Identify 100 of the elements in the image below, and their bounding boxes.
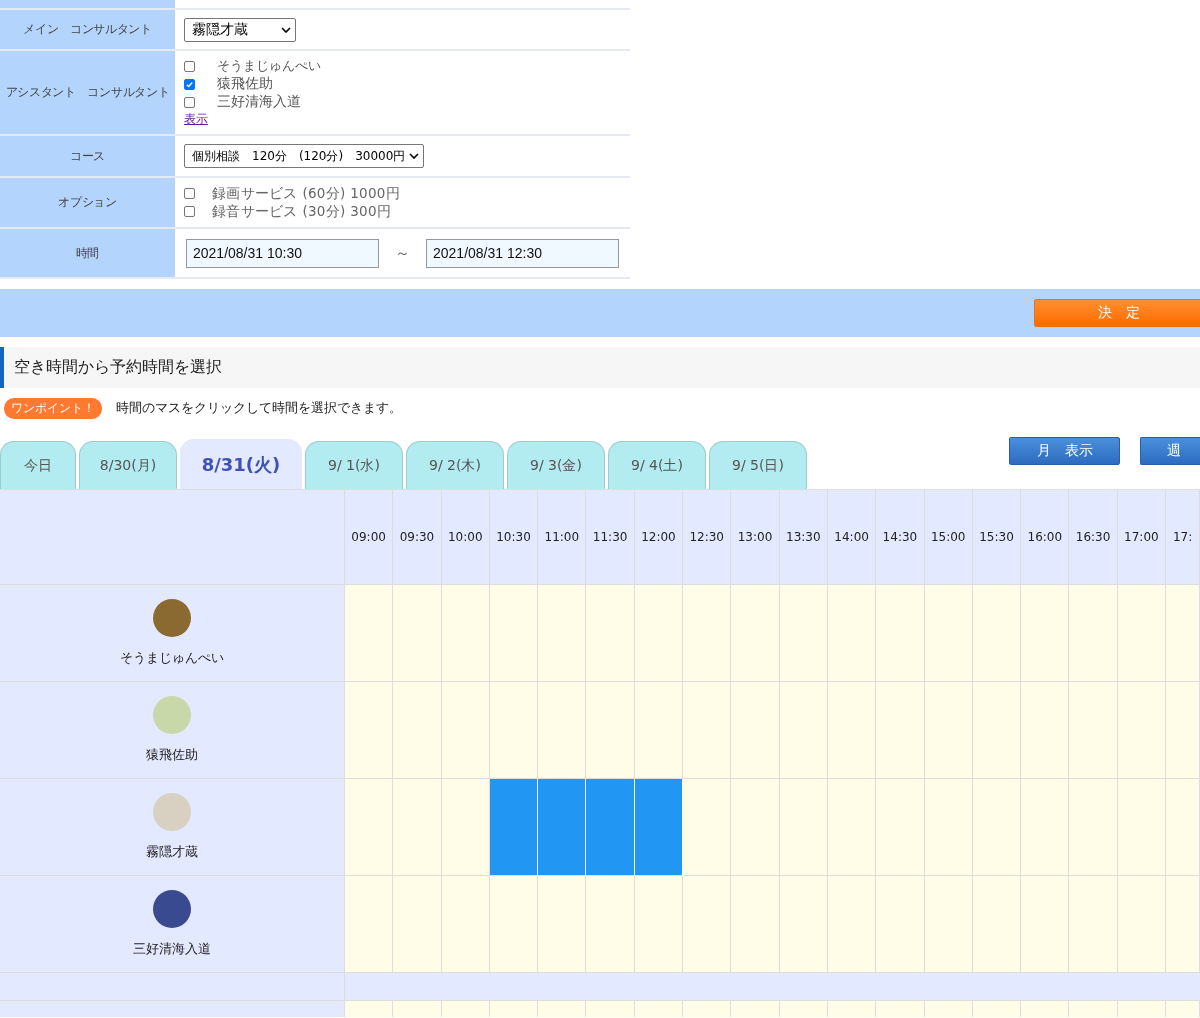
time-slot[interactable] [779, 585, 828, 682]
time-slot[interactable] [489, 585, 539, 682]
time-slot[interactable] [731, 876, 780, 973]
consultant-name: 三好清海入道 [133, 940, 211, 958]
time-slot[interactable] [634, 682, 684, 779]
time-slot[interactable] [345, 682, 394, 779]
time-header: 16:30 [1069, 490, 1118, 585]
time-slot[interactable] [924, 585, 973, 682]
date-tab[interactable]: 8/31(火) [180, 439, 302, 489]
time-slot[interactable] [1117, 585, 1167, 682]
time-slot[interactable] [1069, 779, 1118, 876]
time-slot[interactable] [1021, 682, 1070, 779]
time-slot[interactable] [345, 779, 394, 876]
time-slot[interactable] [586, 585, 635, 682]
time-slot[interactable] [876, 779, 925, 876]
field-label: オプション [58, 194, 117, 211]
time-slot[interactable] [1166, 1001, 1200, 1017]
time-slot[interactable] [489, 682, 539, 779]
time-slot[interactable] [731, 682, 780, 779]
time-slot[interactable] [393, 585, 442, 682]
time-slot[interactable] [972, 779, 1022, 876]
time-slot[interactable] [1069, 876, 1118, 973]
time-slot[interactable] [683, 779, 732, 876]
checkbox[interactable] [184, 78, 195, 90]
checkbox[interactable] [184, 206, 195, 217]
date-tab[interactable]: 今日 [0, 441, 76, 489]
time-slot[interactable] [827, 585, 877, 682]
time-slot[interactable] [1021, 585, 1070, 682]
time-slot[interactable] [634, 1001, 684, 1017]
date-tab[interactable]: 9/ 5(日) [709, 441, 807, 489]
time-slot[interactable] [586, 682, 635, 779]
time-slot[interactable] [683, 876, 732, 973]
date-tab[interactable]: 9/ 1(水) [305, 441, 403, 489]
time-slot[interactable] [924, 682, 973, 779]
time-slot[interactable] [827, 682, 877, 779]
time-slot[interactable] [393, 779, 442, 876]
checkbox[interactable] [184, 96, 195, 108]
time-slot[interactable] [924, 876, 973, 973]
date-tab[interactable]: 9/ 3(金) [507, 441, 605, 489]
time-slot[interactable] [1117, 779, 1167, 876]
time-slot[interactable] [538, 682, 587, 779]
time-slot[interactable] [1117, 1001, 1167, 1017]
checkbox[interactable] [184, 60, 195, 72]
time-slot[interactable] [827, 1001, 877, 1017]
time-slot[interactable] [538, 585, 587, 682]
time-slot[interactable] [1166, 876, 1200, 973]
time-slot[interactable] [683, 585, 732, 682]
checkbox[interactable] [184, 188, 195, 199]
date-tab[interactable]: 9/ 4(土) [608, 441, 706, 489]
time-slot[interactable] [634, 585, 684, 682]
time-slot[interactable] [972, 1001, 1022, 1017]
time-slot[interactable] [586, 876, 635, 973]
time-slot[interactable] [345, 585, 394, 682]
time-slot[interactable] [876, 876, 925, 973]
time-slot[interactable] [1166, 682, 1200, 779]
time-slot[interactable] [924, 779, 973, 876]
date-tab[interactable]: 9/ 2(木) [406, 441, 504, 489]
date-tab[interactable]: 8/30(月) [79, 441, 177, 489]
time-slot[interactable] [779, 779, 828, 876]
time-slot[interactable] [441, 779, 490, 876]
time-slot[interactable] [489, 876, 539, 973]
time-slot[interactable] [489, 1001, 539, 1017]
dropdown[interactable]: 個別相談 120分 (120分) 30000円 [184, 144, 425, 168]
time-slot[interactable] [827, 779, 877, 876]
time-slot[interactable] [1021, 876, 1070, 973]
time-slot[interactable] [779, 876, 828, 973]
start-time-field[interactable]: 2021/08/31 10:30 [186, 238, 379, 268]
time-slot[interactable] [441, 585, 490, 682]
time-slot[interactable] [972, 585, 1022, 682]
time-slot[interactable] [1069, 682, 1118, 779]
end-time-field[interactable]: 2021/08/31 12:30 [426, 238, 619, 268]
time-slot[interactable] [779, 682, 828, 779]
time-slot[interactable] [1117, 682, 1167, 779]
time-slot[interactable] [683, 682, 732, 779]
time-slot[interactable] [1166, 779, 1200, 876]
time-slot[interactable] [779, 1001, 828, 1017]
time-slot[interactable] [731, 585, 780, 682]
time-slot[interactable] [441, 682, 490, 779]
time-slot[interactable] [393, 682, 442, 779]
time-slot[interactable] [1166, 585, 1200, 682]
time-slot[interactable] [1117, 876, 1167, 973]
time-slot[interactable] [1021, 779, 1070, 876]
dropdown[interactable]: 霧隠才蔵 [184, 17, 296, 42]
time-slot[interactable] [827, 876, 877, 973]
time-slot[interactable] [972, 682, 1022, 779]
show-link[interactable]: 表示 [184, 111, 208, 128]
time-slot[interactable] [634, 876, 684, 973]
time-slot[interactable] [1069, 585, 1118, 682]
time-slot[interactable] [345, 876, 394, 973]
time-slot[interactable] [441, 1001, 490, 1017]
time-slot[interactable] [538, 876, 587, 973]
time-slot[interactable] [731, 779, 780, 876]
time-slot[interactable] [393, 876, 442, 973]
time-slot[interactable] [876, 682, 925, 779]
time-slot[interactable] [876, 585, 925, 682]
view-button[interactable]: 週 [1140, 437, 1200, 465]
view-button[interactable]: 月 表示 [1009, 437, 1120, 465]
time-slot[interactable] [972, 876, 1022, 973]
time-slot[interactable] [441, 876, 490, 973]
time-slot[interactable] [924, 1001, 973, 1017]
